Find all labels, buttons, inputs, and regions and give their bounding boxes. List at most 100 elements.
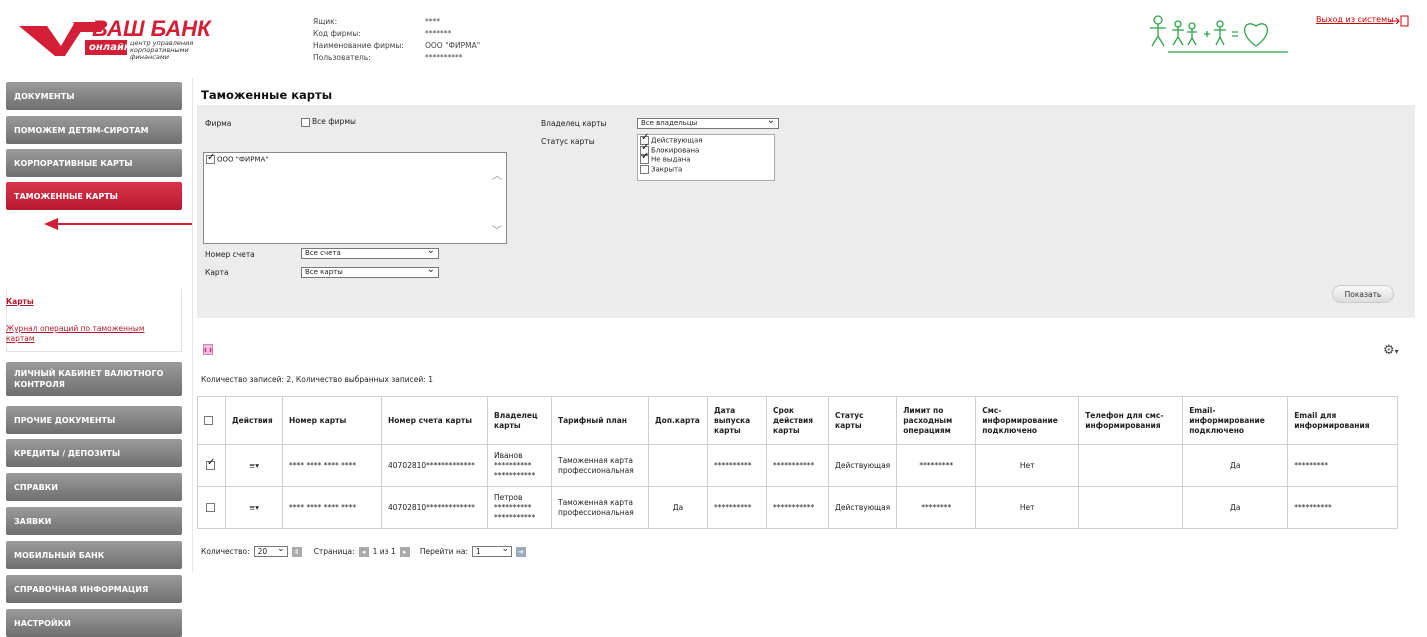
- go-icon[interactable]: ➔: [515, 546, 526, 557]
- email-enabled: Да: [1182, 486, 1289, 529]
- sidebar: ДОКУМЕНТЫ ПОМОЖЕМ ДЕТЯМ-СИРОТАМ КОРПОРАТ…: [0, 78, 192, 637]
- expiry-date: ***********: [766, 444, 829, 487]
- header: ВАШ БАНК онлайн центр управления корпора…: [0, 0, 1427, 73]
- card-owner: Петров ********** ***********: [487, 486, 552, 529]
- sidebar-item-mobile[interactable]: МОБИЛЬНЫЙ БАНК: [6, 541, 182, 569]
- actions-menu-icon[interactable]: ≡▾: [225, 486, 283, 529]
- owner-label: Владелец карты: [541, 119, 607, 128]
- table-row[interactable]: ≡▾ **** **** **** **** 40702810*********…: [197, 486, 1399, 529]
- card-owner: Иванов ********** ***********: [487, 444, 552, 487]
- col-header[interactable]: Срок действия карты: [766, 396, 829, 445]
- col-header[interactable]: Владелец карты: [487, 396, 552, 445]
- sidebar-item-requests[interactable]: ЗАЯВКИ: [6, 507, 182, 535]
- status-option[interactable]: Действующая: [640, 133, 772, 146]
- sidebar-item-orphans[interactable]: ПОМОЖЕМ ДЕТЯМ-СИРОТАМ: [6, 116, 182, 144]
- card-label: Карта: [205, 268, 229, 277]
- col-header[interactable]: Статус карты: [827, 396, 898, 445]
- firm-listbox[interactable]: ООО "ФИРМА" ︿ ﹀: [203, 152, 507, 244]
- email: **********: [1287, 486, 1399, 529]
- card-select[interactable]: Все карты: [301, 265, 439, 278]
- submenu-operations-log[interactable]: Журнал операций по таможенным картам: [6, 324, 161, 344]
- status-option[interactable]: Блокирована: [640, 143, 772, 156]
- exit-icon[interactable]: [1388, 14, 1412, 28]
- status-list: Действующая Блокирована Не выдана Закрыт…: [637, 133, 775, 181]
- sidebar-item-documents[interactable]: ДОКУМЕНТЫ: [6, 82, 182, 110]
- sidebar-item-settings[interactable]: НАСТРОЙКИ: [6, 609, 182, 637]
- qty-select[interactable]: 20 ⌄: [253, 545, 288, 557]
- tariff: Таможенная карта профессиональная: [551, 486, 649, 529]
- charity-family-icon: [1150, 15, 1288, 53]
- scroll-up-icon[interactable]: ︿: [492, 167, 502, 182]
- row-select-cell[interactable]: [197, 444, 226, 487]
- qty-spin-icon[interactable]: ⇕: [291, 546, 302, 557]
- sidebar-item-credits[interactable]: КРЕДИТЫ / ДЕПОЗИТЫ: [6, 439, 182, 467]
- page-label: Страница:: [313, 547, 355, 556]
- actions-menu-icon[interactable]: ≡▾: [225, 444, 283, 487]
- sidebar-item-currency-control[interactable]: ЛИЧНЫЙ КАБИНЕТ ВАЛЮТНОГО КОНТРОЛЯ: [6, 362, 182, 396]
- col-header[interactable]: Доп.карта: [648, 396, 708, 445]
- page-text: 1 из 1: [372, 547, 396, 556]
- export-icon[interactable]: [203, 344, 213, 355]
- prev-page-icon[interactable]: ◂: [358, 546, 369, 557]
- col-header[interactable]: Тарифный план: [551, 396, 649, 445]
- sidebar-item-customs-cards[interactable]: ТАМОЖЕННЫЕ КАРТЫ: [6, 182, 182, 210]
- checkbox[interactable]: [301, 117, 310, 127]
- card-status: Действующая: [827, 486, 898, 529]
- show-button[interactable]: Показать: [1332, 285, 1394, 303]
- pointer-arrow: [44, 218, 192, 230]
- select-all-cell[interactable]: [197, 396, 226, 445]
- row-select-cell[interactable]: [197, 486, 226, 529]
- col-header[interactable]: Телефон для смс-информирования: [1078, 396, 1184, 445]
- row-checkbox[interactable]: [206, 503, 215, 512]
- account-label: Номер счета: [205, 250, 255, 259]
- col-header[interactable]: Номер счета карты: [381, 396, 488, 445]
- submenu-cards[interactable]: Карты: [6, 297, 34, 307]
- firm-option[interactable]: ООО "ФИРМА": [206, 152, 269, 164]
- all-firms-checkbox[interactable]: Все фирмы: [301, 117, 356, 127]
- row-checkbox[interactable]: [206, 458, 215, 470]
- meta-row: Наименование фирмы: ООО "ФИРМА": [313, 41, 481, 50]
- scroll-down-icon[interactable]: ﹀: [492, 222, 502, 237]
- col-header[interactable]: Номер карты: [282, 396, 382, 445]
- next-page-icon[interactable]: ▸: [399, 546, 410, 557]
- status-option[interactable]: Закрыта: [640, 164, 772, 175]
- main-content: Таможенные карты Фирма Все фирмы ООО "ФИ…: [192, 78, 1419, 572]
- email-enabled: Да: [1182, 444, 1289, 487]
- sidebar-item-info[interactable]: СПРАВОЧНАЯ ИНФОРМАЦИЯ: [6, 575, 182, 603]
- gear-icon[interactable]: ⚙▾: [1383, 343, 1405, 358]
- sms-enabled: Нет: [975, 444, 1080, 487]
- account-select[interactable]: Все счета: [301, 246, 439, 259]
- extra-card: [648, 444, 708, 487]
- logout-link[interactable]: Выход из системы: [1316, 15, 1393, 24]
- sidebar-item-corporate-cards[interactable]: КОРПОРАТИВНЫЕ КАРТЫ: [6, 149, 182, 177]
- col-header[interactable]: Email для информирования: [1287, 396, 1399, 445]
- card-status: Действующая: [827, 444, 898, 487]
- logo-desc: центр управления корпоративными финансам…: [130, 39, 194, 61]
- status-label: Статус карты: [541, 137, 595, 146]
- meta-row: Ящик: ****: [313, 17, 440, 26]
- cards-table: Действия Номер карты Номер счета карты В…: [197, 396, 1399, 529]
- expiry-date: ***********: [766, 486, 829, 529]
- col-header[interactable]: Дата выпуска карты: [707, 396, 767, 445]
- select-all-checkbox[interactable]: [204, 416, 213, 425]
- meta-row: Пользователь: **********: [313, 53, 463, 62]
- sms-phone: [1078, 486, 1184, 529]
- goto-label: Перейти на:: [419, 547, 468, 556]
- col-header[interactable]: Действия: [225, 396, 283, 445]
- table-row[interactable]: ≡▾ **** **** **** **** 40702810*********…: [197, 444, 1399, 487]
- sms-enabled: Нет: [975, 486, 1080, 529]
- col-header[interactable]: Лимит по расходным операциям: [896, 396, 977, 445]
- owner-select[interactable]: Все владельцы: [637, 116, 779, 129]
- col-header[interactable]: Email-информирование подключено: [1182, 396, 1289, 445]
- status-option[interactable]: Не выдана: [640, 152, 772, 165]
- col-header[interactable]: Смс-информирование подключено: [975, 396, 1080, 445]
- spend-limit: ********: [896, 486, 977, 529]
- sidebar-item-other-docs[interactable]: ПРОЧИЕ ДОКУМЕНТЫ: [6, 406, 182, 434]
- sidebar-item-references[interactable]: СПРАВКИ: [6, 473, 182, 501]
- meta-row: Код фирмы: *******: [313, 29, 452, 38]
- goto-select[interactable]: 1 ⌄: [471, 545, 512, 557]
- record-count: Количество записей: 2, Количество выбран…: [201, 375, 433, 384]
- company-meta: Ящик: **** Код фирмы: ******* Наименование…: [313, 16, 480, 64]
- account-number: 40702810*************: [381, 444, 488, 487]
- issue-date: **********: [707, 444, 767, 487]
